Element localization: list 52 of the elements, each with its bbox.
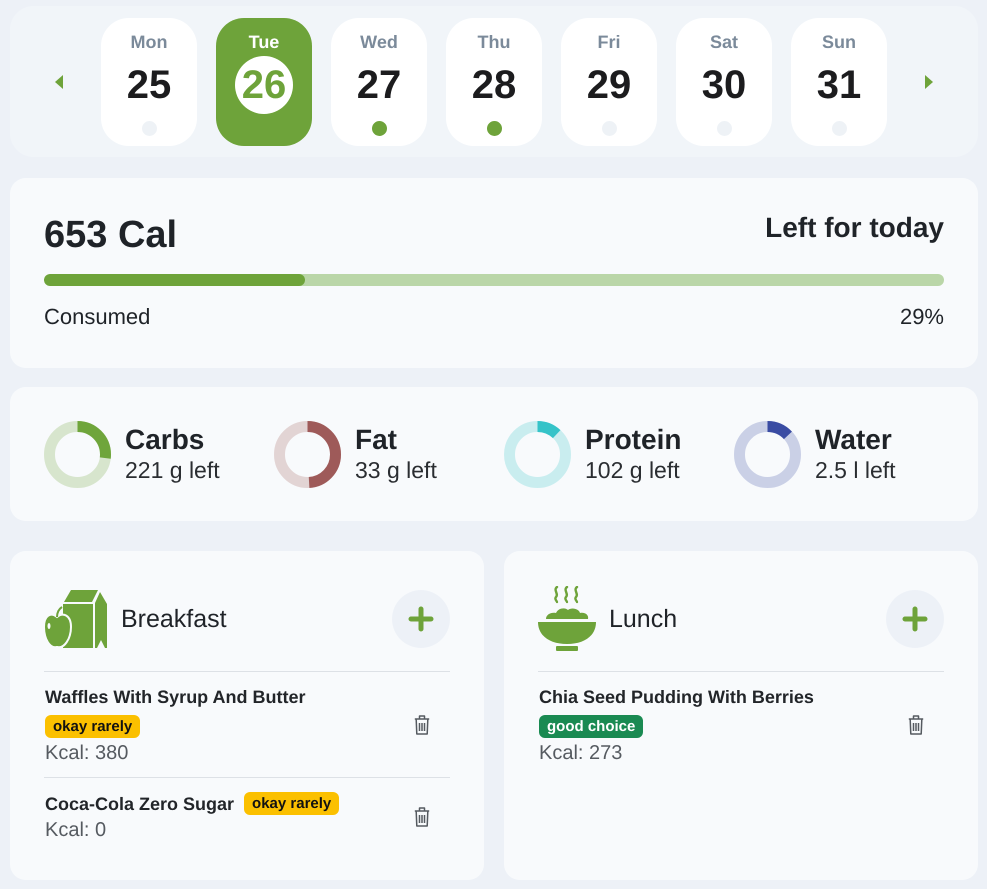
weekday-label: Wed [360,30,398,52]
day-tile[interactable]: Sun 31 [791,18,887,146]
macro-remaining: 2.5 l left [815,456,896,484]
plus-icon [408,606,434,632]
steaming-bowl-icon [538,586,596,652]
weekday-label: Sat [710,30,738,52]
trash-icon [414,806,430,826]
caret-right-icon [925,74,933,88]
progress-label: Consumed [44,305,150,329]
meal-title: Lunch [609,604,678,634]
day-number: 27 [356,62,402,108]
food-name: Chia Seed Pudding With Berries [539,686,814,708]
macro-remaining: 102 g left [585,456,681,484]
macro-name: Fat [355,424,398,456]
day-tile[interactable]: Wed 27 [331,18,427,146]
plus-icon [902,606,928,632]
macro-remaining: 221 g left [125,456,220,484]
kcal-value: Kcal: 273 [539,742,622,764]
rating-tag: good choice [539,715,644,738]
food-name: Coca-Cola Zero Sugar [45,792,234,814]
macro-name: Carbs [125,424,206,456]
calories-caption: Left for today [765,213,944,243]
day-tile[interactable]: Fri 29 [561,18,657,146]
food-name: Waffles With Syrup And Butter [45,686,306,708]
day-number: 29 [586,62,632,108]
progress-percent: 29% [900,305,944,329]
trash-icon [908,715,924,735]
day-number: 31 [816,62,862,108]
caret-left-icon [55,74,63,88]
kcal-value: Kcal: 380 [45,742,128,764]
weekday-label: Fri [597,30,620,52]
macro-name: Water [815,424,893,456]
macro-name: Protein [585,424,682,456]
day-tile[interactable]: Mon 25 [101,18,197,146]
rating-tag: okay rarely [45,715,140,738]
day-number: 28 [470,62,518,108]
day-tile[interactable]: Thu 28 [446,18,542,146]
day-number: 25 [126,62,172,108]
day-tile[interactable]: Sat 30 [676,18,772,146]
kcal-value: Kcal: 0 [45,819,106,841]
weekday-label: Thu [478,30,510,52]
rating-tag: okay rarely [244,792,340,815]
calories-left-value: 653 Cal [44,213,178,257]
day-number: 26 [235,56,293,114]
weekday-label: Tue [248,30,280,52]
weekday-label: Sun [822,30,856,52]
day-number: 30 [700,62,748,108]
bag-and-apple-icon [44,590,108,648]
macro-remaining: 33 g left [355,456,437,484]
trash-icon [414,715,430,735]
weekday-label: Mon [130,30,168,52]
meal-title: Breakfast [121,604,227,634]
